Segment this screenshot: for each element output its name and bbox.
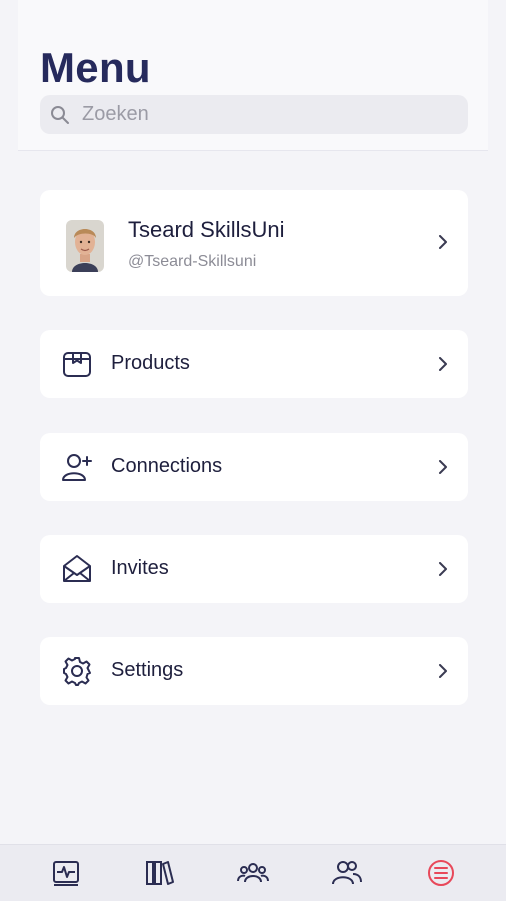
header: Menu bbox=[18, 0, 488, 151]
search-input[interactable] bbox=[82, 95, 452, 134]
chevron-right-icon bbox=[439, 460, 447, 474]
box-icon bbox=[63, 352, 91, 377]
group-icon[interactable] bbox=[237, 857, 269, 889]
menu-item-label: Products bbox=[111, 352, 190, 374]
profile-card[interactable]: Tseard SkillsUni @Tseard-Skillsuni bbox=[40, 190, 468, 296]
profile-handle: @Tseard-Skillsuni bbox=[128, 253, 257, 270]
menu-item-invites[interactable]: Invites bbox=[40, 535, 468, 603]
add-person-icon bbox=[62, 454, 92, 481]
menu-item-products[interactable]: Products bbox=[40, 330, 468, 398]
chevron-right-icon bbox=[439, 664, 447, 678]
library-icon[interactable] bbox=[143, 857, 175, 889]
page-title: Menu bbox=[40, 44, 151, 91]
list-icon[interactable] bbox=[425, 857, 457, 889]
avatar bbox=[66, 220, 104, 272]
envelope-icon bbox=[63, 555, 91, 582]
menu-item-label: Settings bbox=[111, 659, 184, 681]
gear-icon bbox=[63, 657, 91, 686]
search-icon bbox=[51, 106, 69, 124]
chevron-right-icon bbox=[439, 235, 447, 249]
profile-name: Tseard SkillsUni bbox=[128, 217, 285, 242]
bottom-navigation bbox=[0, 844, 506, 901]
menu-item-label: Invites bbox=[111, 557, 169, 579]
menu-item-connections[interactable]: Connections bbox=[40, 433, 468, 501]
menu-item-settings[interactable]: Settings bbox=[40, 637, 468, 705]
menu-item-label: Connections bbox=[111, 455, 223, 477]
chevron-right-icon bbox=[439, 357, 447, 371]
activity-monitor-icon[interactable] bbox=[50, 857, 82, 889]
chevron-right-icon bbox=[439, 562, 447, 576]
search-bar[interactable] bbox=[40, 95, 468, 134]
people-icon[interactable] bbox=[331, 857, 363, 889]
